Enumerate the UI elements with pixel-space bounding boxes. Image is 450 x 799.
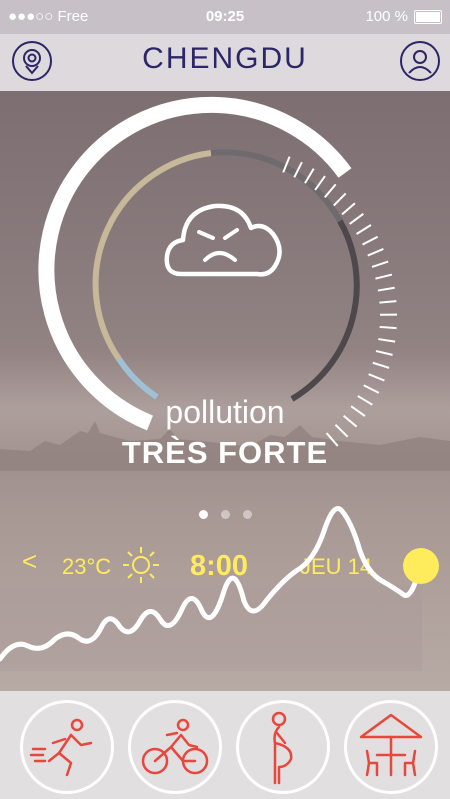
app-header: CHENGDU <box>0 34 450 91</box>
battery-icon <box>414 10 442 24</box>
activity-bar <box>0 691 450 799</box>
activity-terrace-button[interactable] <box>344 700 438 794</box>
running-icon <box>29 718 93 777</box>
activity-pregnancy-button[interactable] <box>236 700 330 794</box>
cycling-icon <box>141 718 209 775</box>
battery-text: 100 % <box>365 8 408 25</box>
city-title: CHENGDU <box>142 42 308 75</box>
profile-icon <box>408 50 432 74</box>
activity-cycling-button[interactable] <box>128 700 222 794</box>
status-bar: ●●●○○ Free 09:25 100 % <box>0 0 450 34</box>
profile-button[interactable] <box>400 41 440 81</box>
selected-hour-marker[interactable] <box>403 548 439 584</box>
pollution-forecast-curve[interactable] <box>0 91 450 691</box>
activity-running-button[interactable] <box>20 700 114 794</box>
terrace-icon <box>359 713 423 777</box>
pregnant-person-icon <box>271 711 293 785</box>
